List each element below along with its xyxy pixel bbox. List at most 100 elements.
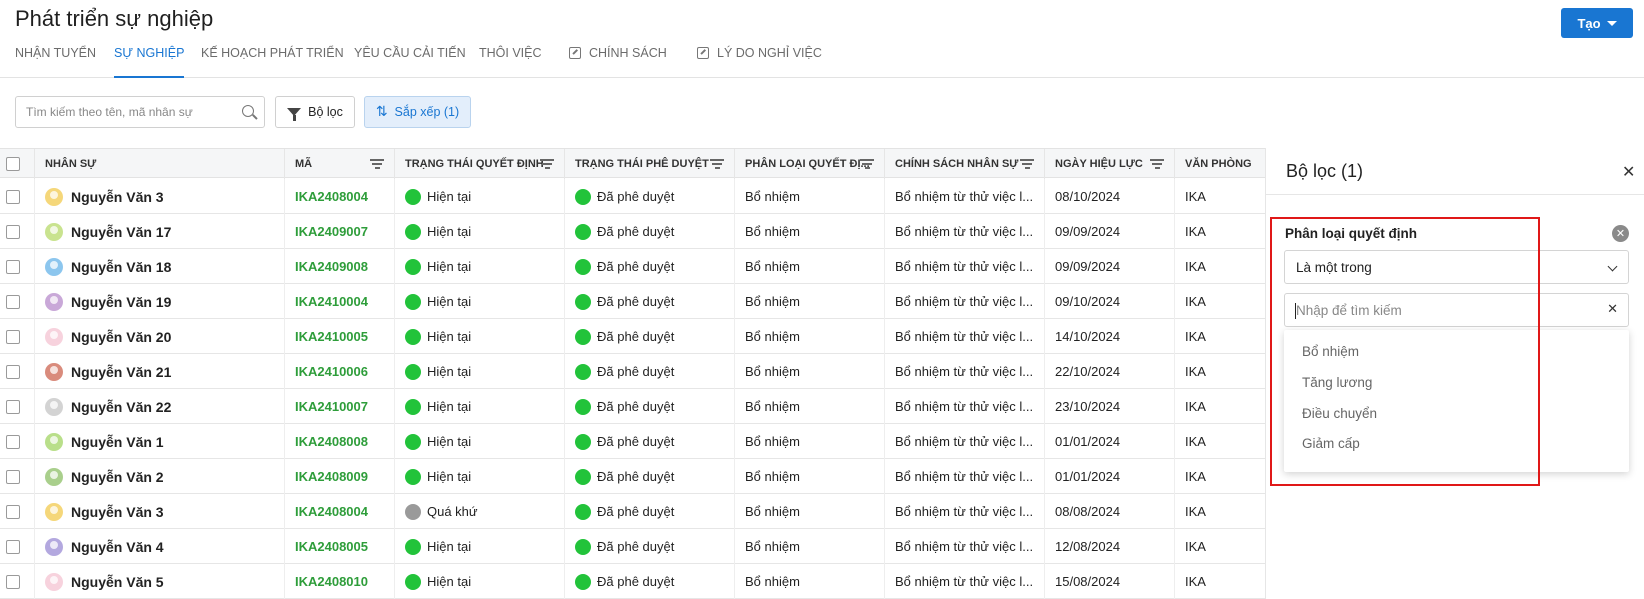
row-checkbox[interactable] [6, 504, 20, 519]
column-header-approval-status[interactable]: TRẠNG THÁI PHÊ DUYỆT [565, 149, 735, 179]
column-filter-icon[interactable] [860, 159, 874, 169]
table-row[interactable]: Nguyễn Văn 20 IKA2410005 Hiện tại Đã phê du… [0, 319, 1265, 354]
column-header-hr-policy[interactable]: CHÍNH SÁCH NHÂN SỰ [885, 149, 1045, 179]
row-checkbox[interactable] [6, 189, 20, 204]
decision-type-cell: Bổ nhiệm [735, 214, 885, 249]
effective-date: 23/10/2024 [1055, 399, 1121, 414]
column-filter-icon[interactable] [710, 159, 724, 169]
hr-policy: Bổ nhiệm từ thử việc l... [895, 469, 1034, 484]
filter-condition-label: Phân loại quyết định [1285, 226, 1418, 241]
employee-cell[interactable]: Nguyễn Văn 21 [35, 354, 285, 389]
table-row[interactable]: Nguyễn Văn 3 IKA2408004 Hiện tại Đã phê duy… [0, 179, 1265, 214]
table-row[interactable]: Nguyễn Văn 19 IKA2410004 Hiện tại Đã phê du… [0, 284, 1265, 319]
tab-career[interactable]: SỰ NGHIỆP [114, 46, 185, 78]
row-checkbox[interactable] [6, 399, 20, 414]
option-item[interactable]: Bổ nhiệm [1302, 344, 1359, 359]
sort-button[interactable]: ⇅ Sắp xếp (1) [364, 96, 471, 128]
approval-status: Đã phê duyệt [597, 294, 675, 309]
employee-code: IKA2408010 [295, 574, 368, 589]
employee-cell[interactable]: Nguyễn Văn 17 [35, 214, 285, 249]
employee-cell[interactable]: Nguyễn Văn 19 [35, 284, 285, 319]
employee-cell[interactable]: Nguyễn Văn 3 [35, 494, 285, 529]
code-cell: IKA2408010 [285, 564, 395, 599]
office: IKA [1185, 259, 1206, 274]
column-filter-icon[interactable] [370, 159, 384, 169]
employee-cell[interactable]: Nguyễn Văn 1 [35, 424, 285, 459]
tab-development-plan[interactable]: KẾ HOẠCH PHÁT TRIỂN [201, 46, 344, 60]
tab-policy[interactable]: CHÍNH SÁCH [569, 46, 667, 60]
decision-status-cell: Hiện tại [395, 389, 565, 424]
row-checkbox[interactable] [6, 259, 20, 274]
tab-improvement-request[interactable]: YÊU CẦU CẢI TIẾN [354, 46, 466, 60]
table-row[interactable]: Nguyễn Văn 1 IKA2408008 Hiện tại Đã phê duy… [0, 424, 1265, 459]
code-cell: IKA2410007 [285, 389, 395, 424]
row-checkbox[interactable] [6, 469, 20, 484]
close-icon[interactable]: ✕ [1622, 162, 1635, 181]
row-checkbox[interactable] [6, 294, 20, 309]
remove-condition-icon[interactable]: ✕ [1612, 225, 1629, 242]
employee-cell[interactable]: Nguyễn Văn 18 [35, 249, 285, 284]
create-button[interactable]: Tạo [1561, 8, 1633, 38]
code-cell: IKA2408008 [285, 424, 395, 459]
row-checkbox[interactable] [6, 224, 20, 239]
column-header-office[interactable]: VĂN PHÒNG [1175, 149, 1265, 179]
filter-button[interactable]: Bộ lọc [275, 96, 355, 128]
column-header-code[interactable]: MÃ [285, 149, 395, 179]
employee-code: IKA2408008 [295, 434, 368, 449]
row-checkbox[interactable] [6, 329, 20, 344]
row-checkbox[interactable] [6, 539, 20, 554]
select-all-checkbox[interactable] [6, 157, 20, 171]
decision-type: Bổ nhiệm [745, 294, 800, 309]
column-header-employee[interactable]: NHÂN SỰ [35, 149, 285, 179]
employee-name: Nguyễn Văn 5 [71, 573, 164, 590]
hr-policy-cell: Bổ nhiệm từ thử việc l... [885, 249, 1045, 284]
approval-status: Đã phê duyệt [597, 189, 675, 204]
row-checkbox[interactable] [6, 434, 20, 449]
code-cell: IKA2408009 [285, 459, 395, 494]
table-row[interactable]: Nguyễn Văn 2 IKA2408009 Hiện tại Đã phê duy… [0, 459, 1265, 494]
decision-type-cell: Bổ nhiệm [735, 564, 885, 599]
table-row[interactable]: Nguyễn Văn 22 IKA2410007 Hiện tại Đã phê du… [0, 389, 1265, 424]
column-filter-icon[interactable] [1150, 159, 1164, 169]
table-row[interactable]: Nguyễn Văn 17 IKA2409007 Hiện tại Đã phê du… [0, 214, 1265, 249]
effective-date: 15/08/2024 [1055, 574, 1121, 589]
row-checkbox[interactable] [6, 574, 20, 589]
table-row[interactable]: Nguyễn Văn 5 IKA2408010 Hiện tại Đã phê duy… [0, 564, 1265, 599]
table-row[interactable]: Nguyễn Văn 3 IKA2408004 Quá khứ Đã phê duyệ… [0, 494, 1265, 529]
avatar [45, 397, 63, 416]
search-input[interactable]: Tìm kiếm theo tên, mã nhân sự [15, 96, 265, 128]
option-item[interactable]: Giảm cấp [1302, 436, 1360, 451]
table-row[interactable]: Nguyễn Văn 21 IKA2410006 Hiện tại Đã phê du… [0, 354, 1265, 389]
column-header-effective-date[interactable]: NGÀY HIỆU LỰC [1045, 149, 1175, 179]
employee-cell[interactable]: Nguyễn Văn 22 [35, 389, 285, 424]
column-label: PHÂN LOẠI QUYẾT ĐỊ... [745, 158, 870, 170]
table-row[interactable]: Nguyễn Văn 18 IKA2409008 Hiện tại Đã phê du… [0, 249, 1265, 284]
option-item[interactable]: Điều chuyển [1302, 406, 1377, 421]
tab-resignation-reason[interactable]: LÝ DO NGHỈ VIỆC [697, 46, 822, 60]
employee-cell[interactable]: Nguyễn Văn 20 [35, 319, 285, 354]
decision-status-cell: Hiện tại [395, 529, 565, 564]
column-header-decision-status[interactable]: TRẠNG THÁI QUYẾT ĐỊNH [395, 149, 565, 179]
option-search-input[interactable]: Nhập để tìm kiếm ✕ [1284, 293, 1629, 327]
option-item[interactable]: Tăng lương [1302, 375, 1372, 390]
effective-date: 08/08/2024 [1055, 504, 1121, 519]
column-header-decision-type[interactable]: PHÂN LOẠI QUYẾT ĐỊ... [735, 149, 885, 179]
tab-recruitment[interactable]: NHẬN TUYỂN [15, 46, 96, 60]
employee-cell[interactable]: Nguyễn Văn 3 [35, 179, 285, 214]
avatar [45, 257, 63, 276]
row-checkbox[interactable] [6, 364, 20, 379]
employee-cell[interactable]: Nguyễn Văn 2 [35, 459, 285, 494]
approval-status: Đã phê duyệt [597, 399, 675, 414]
employee-cell[interactable]: Nguyễn Văn 5 [35, 564, 285, 599]
column-filter-icon[interactable] [1020, 159, 1034, 169]
table-row[interactable]: Nguyễn Văn 4 IKA2408005 Hiện tại Đã phê duy… [0, 529, 1265, 564]
tab-resignation[interactable]: THÔI VIỆC [479, 46, 542, 60]
hr-policy: Bổ nhiệm từ thử việc l... [895, 399, 1034, 414]
approval-status: Đã phê duyệt [597, 259, 675, 274]
employee-cell[interactable]: Nguyễn Văn 4 [35, 529, 285, 564]
row-select-cell [0, 494, 35, 529]
effective-date-cell: 09/09/2024 [1045, 214, 1175, 249]
column-filter-icon[interactable] [540, 159, 554, 169]
operator-select[interactable]: Là một trong [1284, 250, 1629, 284]
clear-search-icon[interactable]: ✕ [1607, 302, 1618, 317]
